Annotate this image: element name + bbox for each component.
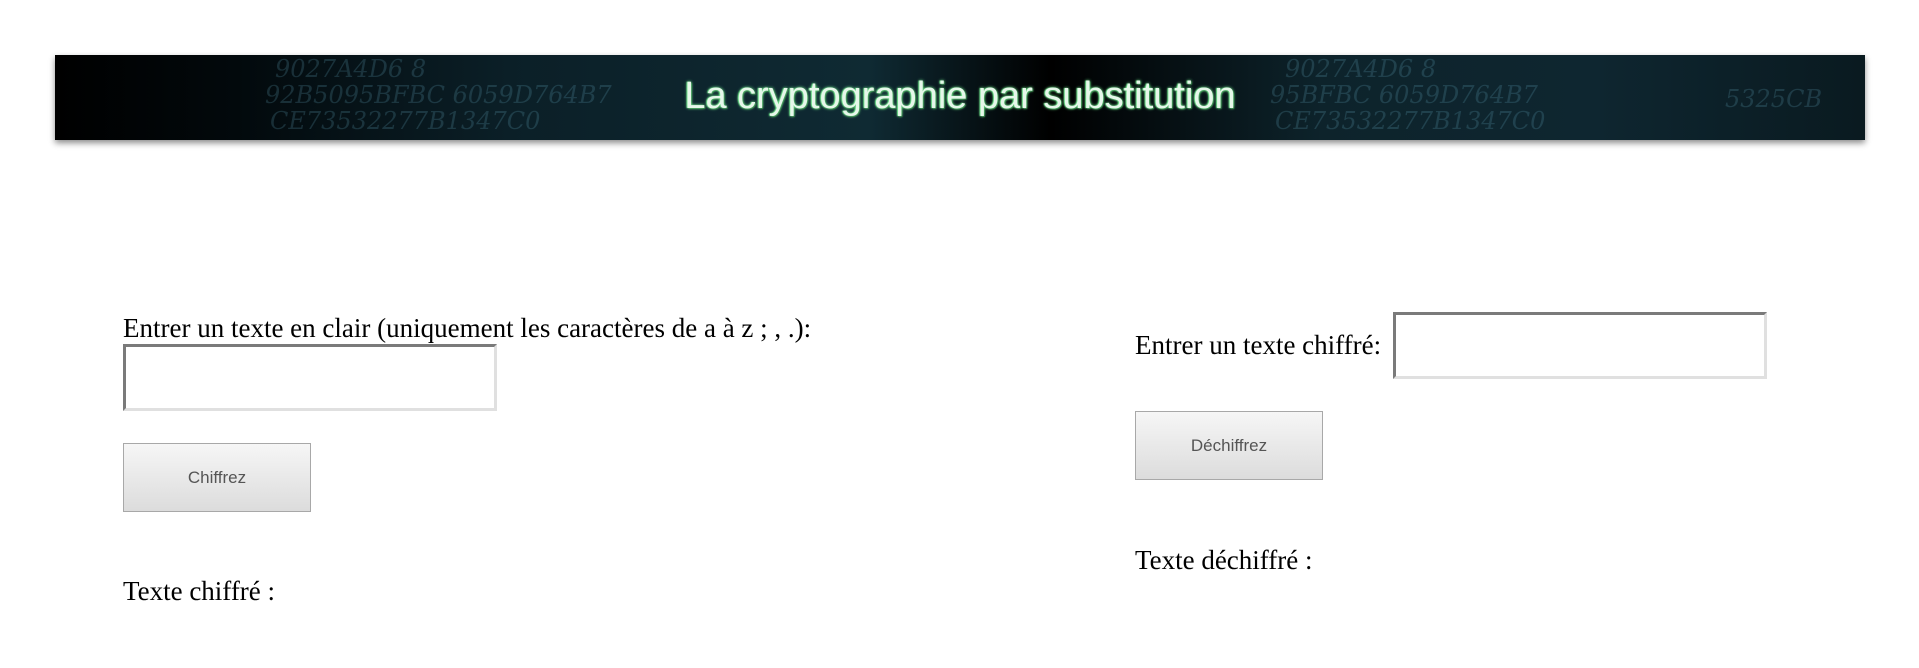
plaintext-prompt-label: Entrer un texte en clair (uniquement les… xyxy=(123,313,812,343)
plaintext-input[interactable] xyxy=(123,344,497,411)
page-title: La cryptographie par substitution xyxy=(684,75,1236,117)
ciphertext-result-label: Texte chiffré : xyxy=(123,576,276,606)
decrypt-button[interactable]: Déchiffrez xyxy=(1135,411,1323,480)
ciphertext-input[interactable] xyxy=(1393,312,1767,379)
encrypt-button[interactable]: Chiffrez xyxy=(123,443,311,512)
decrypted-result-label: Texte déchiffré : xyxy=(1135,545,1313,575)
ciphertext-prompt-label: Entrer un texte chiffré: xyxy=(1135,330,1382,360)
header-banner: 9027A4D6 8 92B5095BFBC 6059D764B7 CE7353… xyxy=(55,55,1865,140)
